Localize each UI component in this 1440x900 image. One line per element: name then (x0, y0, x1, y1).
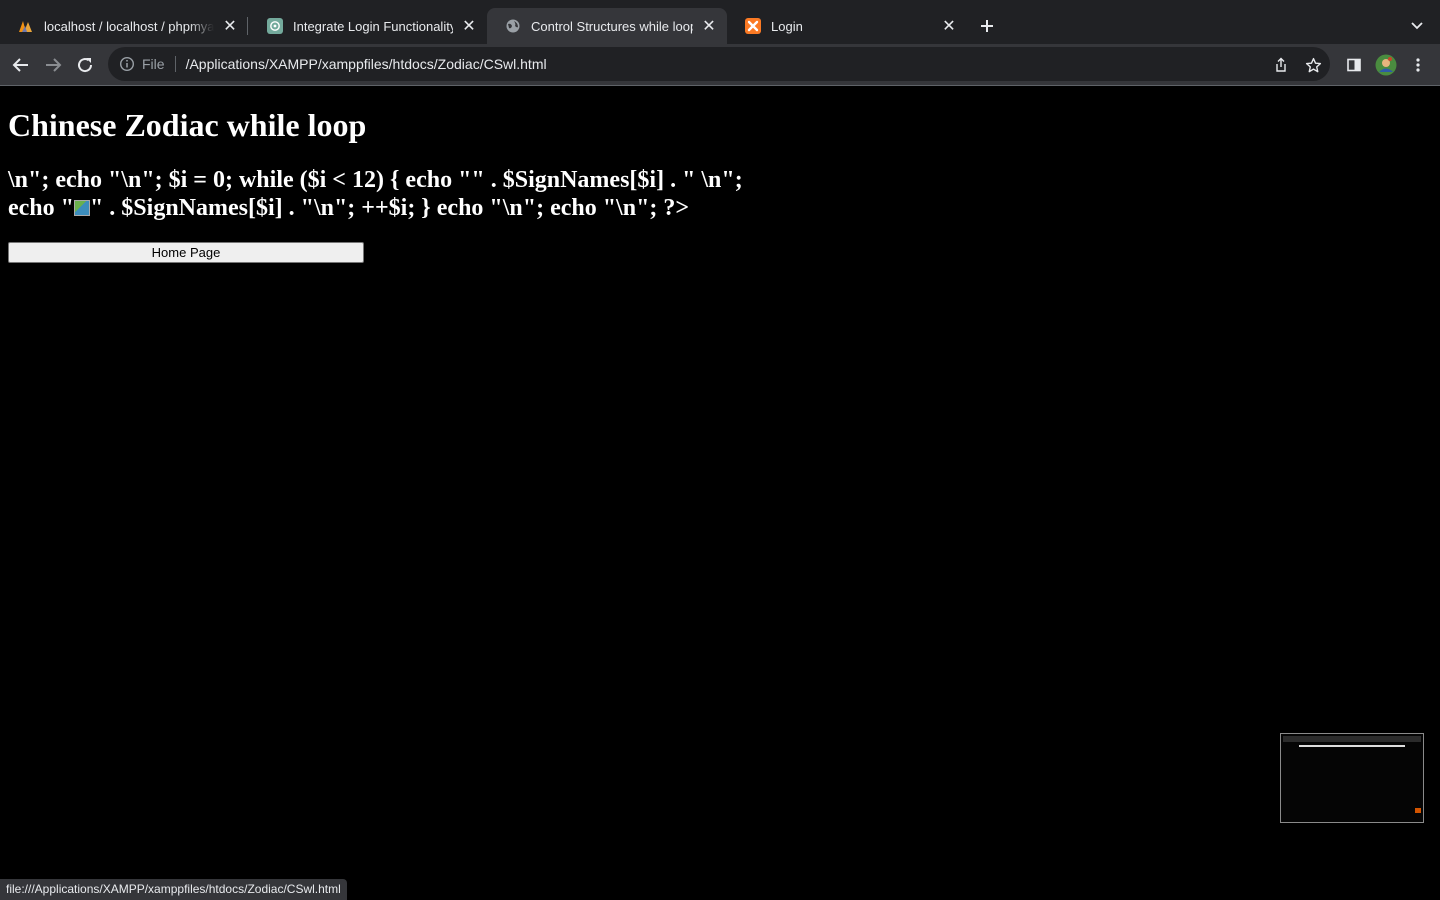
screenshot-thumbnail[interactable] (1280, 733, 1424, 823)
tab-separator (247, 17, 248, 35)
share-icon[interactable] (1272, 56, 1290, 74)
tab-title: Integrate Login Functionality (293, 18, 453, 34)
raw-php-code-text: \n"; echo "\n"; $i = 0; while ($i < 12) … (8, 166, 768, 222)
tab-login[interactable]: Login ✕ (727, 8, 967, 44)
browser-menu-button[interactable] (1406, 53, 1430, 77)
close-icon[interactable]: ✕ (220, 16, 240, 36)
address-divider (174, 56, 176, 72)
info-icon[interactable] (118, 55, 136, 73)
globe-icon (505, 18, 521, 34)
thumbnail-dot (1415, 808, 1421, 813)
close-icon[interactable]: ✕ (699, 16, 719, 36)
reload-button[interactable] (72, 52, 98, 78)
tab-title: localhost / localhost / phpmyadmin (44, 18, 214, 34)
tab-control-structures[interactable]: Control Structures while loop ✕ (487, 8, 727, 44)
scheme-label: File (142, 56, 165, 72)
home-page-button[interactable]: Home Page (8, 242, 364, 263)
browser-toolbar: File /Applications/XAMPP/xamppfiles/htdo… (0, 44, 1440, 85)
new-tab-button[interactable] (976, 15, 998, 37)
tab-title: Control Structures while loop (531, 18, 693, 34)
tab-integrate-login[interactable]: Integrate Login Functionality ✕ (249, 8, 487, 44)
tab-strip: localhost / localhost / phpmyadmin ✕ Int… (0, 0, 1440, 44)
page-content: Chinese Zodiac while loop \n"; echo "\n"… (0, 86, 1440, 900)
avatar-icon (1375, 54, 1397, 76)
page-title: Chinese Zodiac while loop (8, 107, 367, 143)
arrow-left-icon (12, 58, 28, 72)
chevron-down-icon (1411, 22, 1423, 30)
status-bar-url: file:///Applications/XAMPP/xamppfiles/ht… (0, 879, 347, 900)
tab-phpmyadmin[interactable]: localhost / localhost / phpmyadmin ✕ (0, 8, 248, 44)
broken-image-icon (73, 200, 90, 216)
close-icon[interactable]: ✕ (459, 16, 479, 36)
reload-icon (78, 58, 93, 73)
tab-search-button[interactable] (1406, 15, 1428, 37)
forward-button[interactable] (40, 52, 66, 78)
plus-icon (981, 20, 993, 32)
tab-title: Login (771, 18, 803, 34)
chatgpt-icon (267, 18, 283, 34)
phpmyadmin-icon (18, 18, 34, 34)
xampp-icon (745, 18, 761, 34)
side-panel-button[interactable] (1342, 53, 1366, 77)
thumbnail-line (1299, 745, 1405, 747)
thumbnail-bar (1283, 736, 1421, 742)
star-icon[interactable] (1304, 56, 1322, 74)
back-button[interactable] (8, 52, 34, 78)
kebab-menu-icon (1416, 58, 1420, 72)
arrow-right-icon (46, 58, 62, 72)
code-text-part-2: " . $SignNames[$i] . "\n"; ++$i; } echo … (89, 195, 690, 221)
side-panel-icon (1347, 58, 1361, 72)
url-text[interactable]: /Applications/XAMPP/xamppfiles/htdocs/Zo… (186, 56, 547, 72)
address-bar[interactable]: File /Applications/XAMPP/xamppfiles/htdo… (108, 47, 1330, 81)
profile-avatar[interactable] (1374, 53, 1398, 77)
close-icon[interactable]: ✕ (939, 16, 959, 36)
